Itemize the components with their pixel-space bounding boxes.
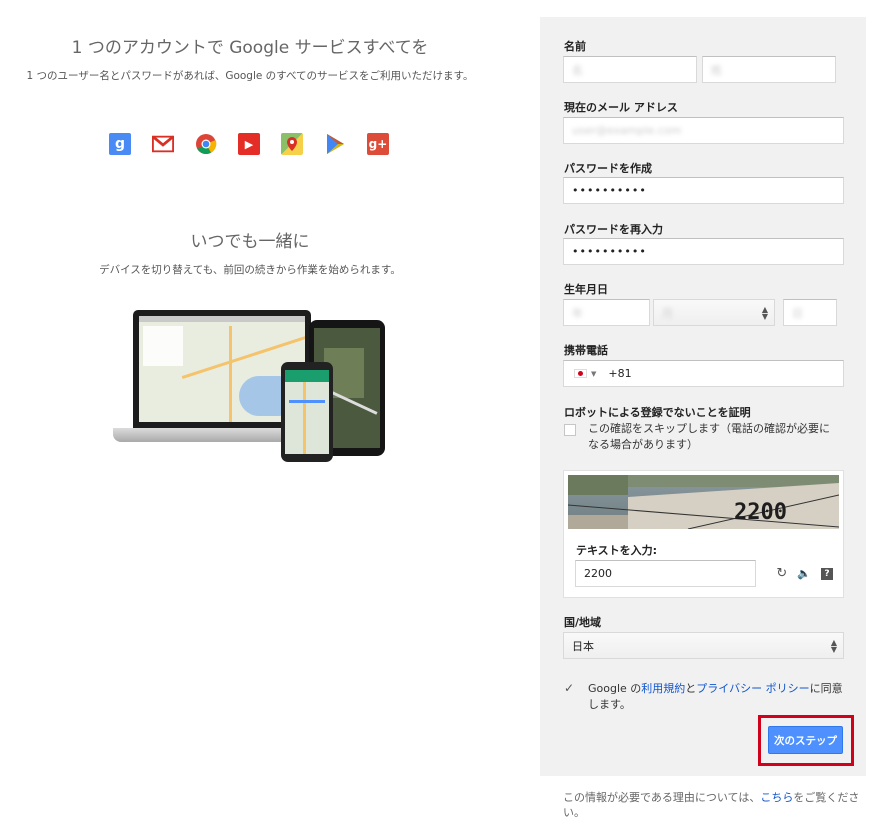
- promo-headline: 1 つのアカウントで Google サービスすべてを: [71, 38, 429, 58]
- maps-icon: [281, 133, 303, 155]
- captcha-label: テキストを入力:: [576, 544, 658, 557]
- phone-image: [281, 362, 333, 462]
- gmail-icon: [152, 133, 174, 155]
- devices-illustration: [113, 310, 388, 470]
- play-icon: [324, 133, 346, 155]
- next-step-button[interactable]: 次のステップ: [768, 726, 843, 754]
- birth-day-input[interactable]: 日: [783, 299, 837, 326]
- google-plus-icon: g+: [367, 133, 389, 155]
- privacy-policy-link[interactable]: プライバシー ポリシー: [696, 682, 809, 695]
- birthday-label: 生年月日: [564, 283, 608, 296]
- captcha-image: 2200: [568, 475, 839, 529]
- email-label: 現在のメール アドレス: [564, 101, 678, 114]
- terms-text: Google の利用規約とプライバシー ポリシーに同意します。: [588, 682, 843, 711]
- promo-subtext-2: デバイスを切り替えても、前回の続きから作業を始められます。: [99, 264, 401, 276]
- signup-form: 名前 名 姓 現在のメール アドレス user@example.com パスワー…: [540, 17, 866, 776]
- country-label: 国/地域: [564, 616, 602, 629]
- captcha-input[interactable]: 2200: [575, 560, 756, 587]
- phone-label: 携帯電話: [564, 344, 608, 357]
- chevron-down-icon[interactable]: ▼: [591, 370, 596, 378]
- password-confirm-label: パスワードを再入力: [564, 223, 663, 236]
- first-name-input[interactable]: 名: [563, 56, 697, 83]
- captcha-box: 2200 テキストを入力: 2200 ↻ 🔈 ?: [563, 470, 844, 598]
- select-arrows-icon: ▲ ▼: [761, 305, 768, 321]
- phone-country-code: +81: [608, 367, 632, 380]
- chrome-icon: [195, 133, 217, 155]
- next-button-highlight: 次のステップ: [758, 715, 854, 766]
- service-icons: g ▶ g+: [109, 133, 389, 155]
- password-label: パスワードを作成: [564, 162, 652, 175]
- robot-verification-label: ロボットによる登録でないことを証明: [564, 406, 751, 419]
- skip-verification-checkbox[interactable]: [564, 424, 576, 436]
- select-arrows-icon: ▲ ▼: [830, 638, 837, 654]
- promo-subtext: 1 つのユーザー名とパスワードがあれば、Google のすべてのサービスをご利用…: [26, 70, 474, 82]
- skip-verification-text: この確認をスキップします（電話の確認が必要になる場合があります）: [588, 422, 830, 451]
- last-name-input[interactable]: 姓: [702, 56, 836, 83]
- email-input[interactable]: user@example.com: [563, 117, 844, 144]
- phone-input[interactable]: ▼ +81: [563, 360, 844, 387]
- birth-month-select[interactable]: 月 ▲ ▼: [653, 299, 775, 326]
- promo-headline-2: いつでも一緒に: [190, 232, 310, 252]
- country-select[interactable]: 日本 ▲ ▼: [563, 632, 844, 659]
- learn-more-link[interactable]: こちら: [760, 791, 793, 804]
- terms-link[interactable]: 利用規約: [641, 682, 685, 695]
- google-search-icon: g: [109, 133, 131, 155]
- youtube-icon: ▶: [238, 133, 260, 155]
- password-confirm-input[interactable]: ••••••••••: [563, 238, 844, 265]
- audio-icon[interactable]: 🔈: [797, 567, 811, 580]
- captcha-text: 2200: [734, 500, 787, 525]
- info-footnote: この情報が必要である理由については、こちらをご覧ください。: [563, 791, 860, 819]
- name-label: 名前: [564, 40, 586, 53]
- birth-year-input[interactable]: 年: [563, 299, 650, 326]
- terms-checkmark-icon[interactable]: ✓: [564, 681, 574, 695]
- password-input[interactable]: ••••••••••: [563, 177, 844, 204]
- refresh-icon[interactable]: ↻: [776, 566, 787, 581]
- japan-flag-icon[interactable]: [574, 369, 587, 378]
- help-icon[interactable]: ?: [821, 567, 833, 580]
- captcha-tools: ↻ 🔈 ?: [776, 566, 833, 581]
